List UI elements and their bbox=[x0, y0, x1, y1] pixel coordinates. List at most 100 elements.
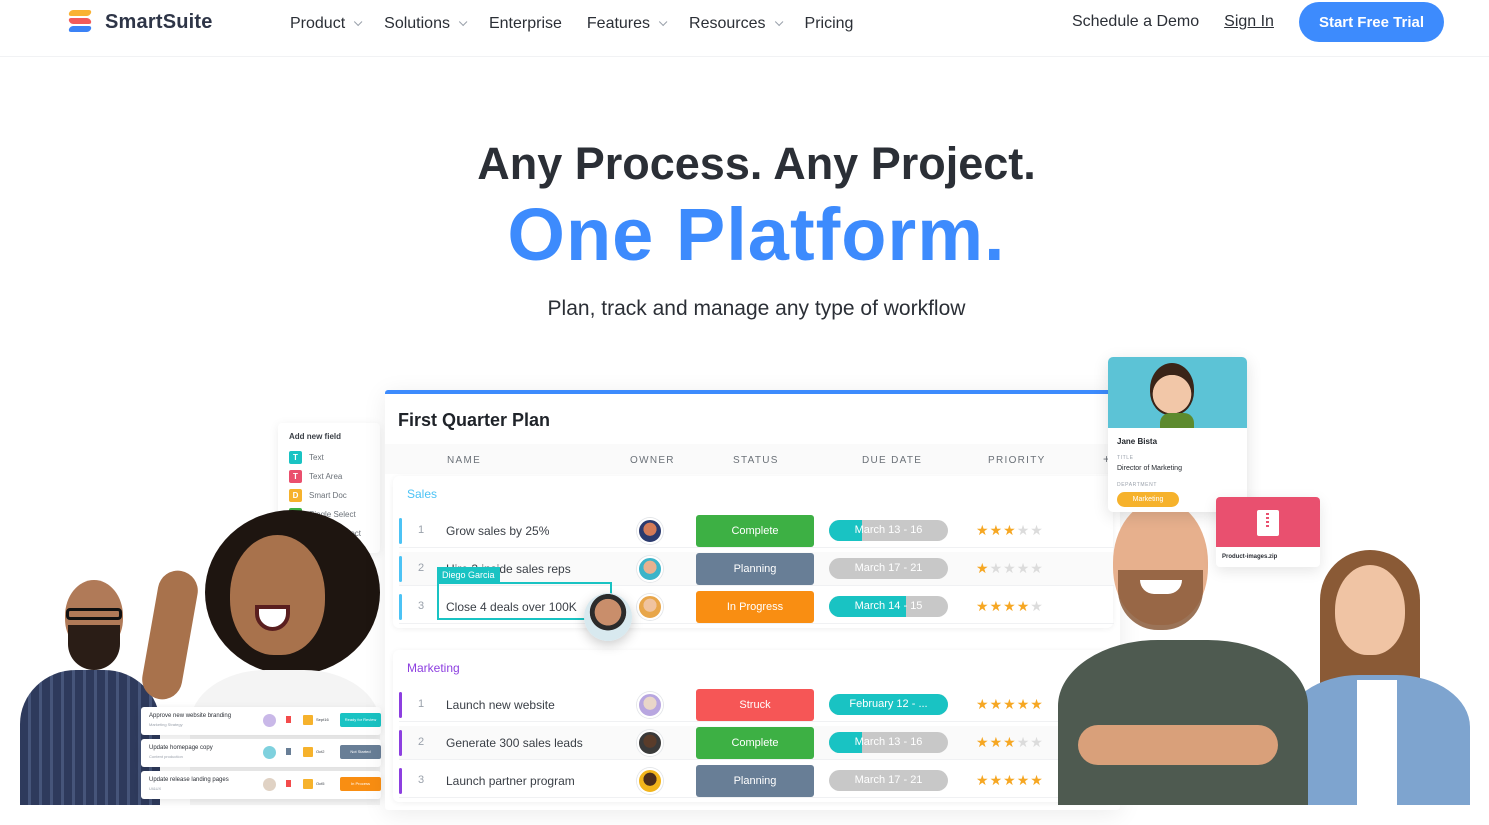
column-header-owner[interactable]: OWNER bbox=[630, 455, 675, 466]
column-header-due-date[interactable]: DUE DATE bbox=[862, 455, 922, 466]
star-icon[interactable]: ★ bbox=[976, 696, 989, 712]
nav-item-pricing[interactable]: Pricing bbox=[805, 14, 854, 34]
star-icon[interactable]: ★ bbox=[1017, 734, 1030, 750]
star-icon[interactable]: ★ bbox=[1030, 772, 1043, 788]
field-type-item[interactable]: T Text Area bbox=[289, 470, 342, 483]
field-type-item[interactable]: T Text bbox=[289, 451, 324, 464]
priority-rating[interactable]: ★ ★ ★ ★ ★ bbox=[976, 772, 1043, 788]
star-icon[interactable]: ★ bbox=[1017, 522, 1030, 538]
star-icon[interactable]: ★ bbox=[990, 772, 1003, 788]
status-badge[interactable]: Planning bbox=[696, 765, 814, 797]
star-icon[interactable]: ★ bbox=[1003, 772, 1016, 788]
star-icon[interactable]: ★ bbox=[1003, 598, 1016, 614]
mini-task-title: Update homepage copy bbox=[149, 745, 213, 751]
owner-avatar[interactable] bbox=[637, 594, 663, 620]
priority-rating[interactable]: ★ ★ ★ ★ ★ bbox=[976, 560, 1043, 576]
star-icon[interactable]: ★ bbox=[1030, 522, 1043, 538]
mini-task-card[interactable]: Approve new website branding Marketing St… bbox=[141, 707, 381, 735]
star-icon[interactable]: ★ bbox=[1003, 522, 1016, 538]
file-name: Product-images.zip bbox=[1222, 554, 1278, 560]
chevron-down-icon bbox=[354, 17, 363, 27]
mini-task-card[interactable]: Update homepage copy Content production Oc… bbox=[141, 739, 381, 767]
nav-item-features[interactable]: Features bbox=[587, 14, 668, 34]
sign-in-link[interactable]: Sign In bbox=[1224, 13, 1274, 31]
chevron-down-icon bbox=[658, 17, 668, 27]
schedule-demo-link[interactable]: Schedule a Demo bbox=[1072, 13, 1199, 31]
star-icon[interactable]: ★ bbox=[976, 772, 989, 788]
group-name[interactable]: Marketing bbox=[407, 661, 460, 675]
star-icon[interactable]: ★ bbox=[1017, 772, 1030, 788]
chevron-down-icon bbox=[774, 17, 783, 27]
assignee-avatar bbox=[263, 746, 276, 759]
priority-rating[interactable]: ★ ★ ★ ★ ★ bbox=[976, 522, 1043, 538]
star-icon[interactable]: ★ bbox=[990, 696, 1003, 712]
column-header-name[interactable]: NAME bbox=[447, 455, 481, 466]
star-icon[interactable]: ★ bbox=[990, 522, 1003, 538]
owner-avatar[interactable] bbox=[637, 692, 663, 718]
priority-rating[interactable]: ★ ★ ★ ★ ★ bbox=[976, 598, 1043, 614]
table-row[interactable]: 1 Launch new website Struck February 12 - .… bbox=[399, 688, 1114, 722]
star-icon[interactable]: ★ bbox=[976, 598, 989, 614]
task-name[interactable]: Grow sales by 25% bbox=[446, 524, 549, 538]
star-icon[interactable]: ★ bbox=[976, 734, 989, 750]
nav-item-solutions[interactable]: Solutions bbox=[384, 14, 468, 34]
status-badge[interactable]: Struck bbox=[696, 689, 814, 721]
owner-avatar[interactable] bbox=[637, 768, 663, 794]
star-icon[interactable]: ★ bbox=[976, 522, 989, 538]
table-row[interactable]: 2 Hire 3 inside sales reps Planning March 1… bbox=[399, 552, 1114, 586]
start-free-trial-button[interactable]: Start Free Trial bbox=[1298, 2, 1444, 42]
profile-card[interactable]: Jane Bista TITLE Director of Marketing D… bbox=[1108, 357, 1247, 512]
due-date-bar[interactable]: March 13 - 16 bbox=[829, 520, 948, 541]
group-name[interactable]: Sales bbox=[407, 487, 437, 501]
status-badge[interactable]: In Progress bbox=[696, 591, 814, 623]
star-icon[interactable]: ★ bbox=[1003, 560, 1016, 576]
star-icon[interactable]: ★ bbox=[990, 598, 1003, 614]
status-badge[interactable]: Complete bbox=[696, 727, 814, 759]
due-date-bar[interactable]: February 12 - ... bbox=[829, 694, 948, 715]
star-icon[interactable]: ★ bbox=[1017, 696, 1030, 712]
star-icon[interactable]: ★ bbox=[1030, 696, 1043, 712]
due-date-bar[interactable]: March 17 - 21 bbox=[829, 770, 948, 791]
mini-task-subtitle: UI&UX bbox=[149, 786, 162, 791]
star-icon[interactable]: ★ bbox=[1030, 598, 1043, 614]
star-icon[interactable]: ★ bbox=[1030, 734, 1043, 750]
priority-rating[interactable]: ★ ★ ★ ★ ★ bbox=[976, 696, 1043, 712]
star-icon[interactable]: ★ bbox=[1030, 560, 1043, 576]
main-menu: Product Solutions Enterprise Features Re… bbox=[290, 14, 878, 34]
table-row[interactable]: 2 Generate 300 sales leads Complete March 1… bbox=[399, 726, 1114, 760]
mini-task-date: Oct2 bbox=[316, 749, 325, 754]
table-row[interactable]: 1 Grow sales by 25% Complete March 13 - 16 ★… bbox=[399, 514, 1114, 548]
row-color-bar bbox=[399, 556, 402, 582]
column-header-priority[interactable]: PRIORITY bbox=[988, 455, 1046, 466]
field-type-item[interactable]: D Smart Doc bbox=[289, 489, 347, 502]
mini-task-card[interactable]: Update release landing pages UI&UX Oct5 In … bbox=[141, 771, 381, 799]
column-header-status[interactable]: STATUS bbox=[733, 455, 779, 466]
star-icon[interactable]: ★ bbox=[1017, 598, 1030, 614]
chevron-down-icon bbox=[458, 17, 468, 27]
nav-item-product[interactable]: Product bbox=[290, 14, 363, 34]
owner-avatar[interactable] bbox=[637, 556, 663, 582]
task-name[interactable]: Launch new website bbox=[446, 698, 555, 712]
star-icon[interactable]: ★ bbox=[976, 560, 989, 576]
owner-avatar[interactable] bbox=[637, 730, 663, 756]
nav-item-resources[interactable]: Resources bbox=[689, 14, 783, 34]
due-date-bar[interactable]: March 14 - 15 bbox=[829, 596, 948, 617]
star-icon[interactable]: ★ bbox=[1017, 560, 1030, 576]
priority-rating[interactable]: ★ ★ ★ ★ ★ bbox=[976, 734, 1043, 750]
due-date-bar[interactable]: March 13 - 16 bbox=[829, 732, 948, 753]
nav-item-enterprise[interactable]: Enterprise bbox=[489, 14, 562, 34]
table-row[interactable]: 3 Launch partner program Planning March 17 … bbox=[399, 764, 1114, 798]
star-icon[interactable]: ★ bbox=[990, 560, 1003, 576]
star-icon[interactable]: ★ bbox=[1003, 696, 1016, 712]
row-color-bar bbox=[399, 594, 402, 620]
status-badge[interactable]: Complete bbox=[696, 515, 814, 547]
due-date-bar[interactable]: March 17 - 21 bbox=[829, 558, 948, 579]
file-attachment-card[interactable]: Product-images.zip bbox=[1216, 497, 1320, 567]
status-badge[interactable]: Planning bbox=[696, 553, 814, 585]
star-icon[interactable]: ★ bbox=[990, 734, 1003, 750]
star-icon[interactable]: ★ bbox=[1003, 734, 1016, 750]
owner-avatar[interactable] bbox=[637, 518, 663, 544]
task-name[interactable]: Generate 300 sales leads bbox=[446, 736, 583, 750]
logo[interactable]: SmartSuite bbox=[67, 10, 213, 34]
task-name[interactable]: Launch partner program bbox=[446, 774, 575, 788]
